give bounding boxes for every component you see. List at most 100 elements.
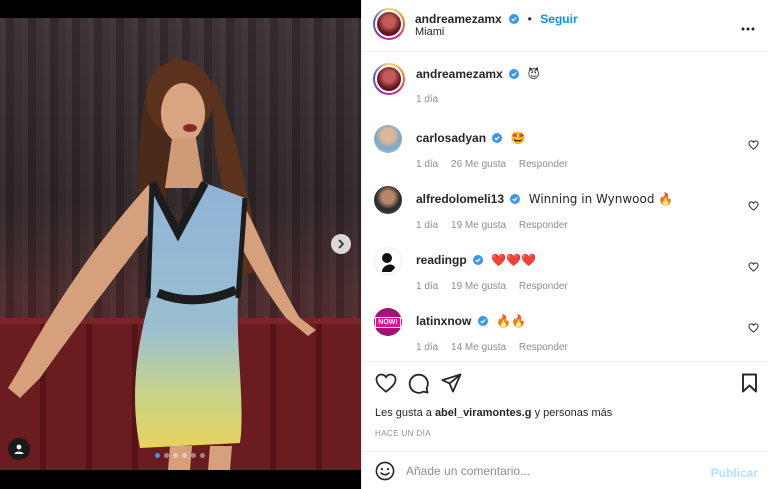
comment-meta: 1 día 14 Me gusta Responder — [416, 342, 578, 353]
emoji-picker-button[interactable] — [375, 461, 395, 486]
comment-text: 🤩 — [510, 131, 526, 145]
likes-summary: Les gusta a abel_viramontes.g y personas… — [375, 407, 612, 419]
heart-outline-icon — [748, 140, 759, 150]
comment-username[interactable]: alfredolomeli13 — [416, 192, 504, 206]
more-horizontal-icon — [741, 27, 755, 31]
comment-line: carlosadyan 🤩 — [416, 131, 526, 145]
comment-time[interactable]: 1 día — [416, 342, 438, 353]
comments-list[interactable]: andreamezamx 😈 1 día carlosadyan 🤩 1 día… — [362, 53, 768, 360]
comment-username[interactable]: readingp — [416, 253, 467, 267]
comment-time[interactable]: 1 día — [416, 281, 438, 292]
caption-line: andreamezamx 😈 — [416, 67, 540, 81]
comment-button[interactable] — [408, 373, 429, 399]
verified-badge-icon — [492, 133, 503, 143]
comment-line: readingp ❤️❤️❤️ — [416, 253, 536, 267]
carousel-dot — [191, 453, 196, 458]
comment-input[interactable] — [406, 461, 696, 481]
smiley-icon — [375, 461, 395, 481]
carousel-dot — [182, 453, 187, 458]
likes-prefix: Les gusta a — [375, 407, 432, 419]
reply-button[interactable]: Responder — [519, 281, 568, 292]
add-comment-bar: Publicar — [362, 451, 768, 489]
comment-line: latinxnow 🔥🔥 — [416, 314, 526, 328]
post-header: andreamezamx • Seguir Miami — [362, 0, 768, 52]
comment-likes[interactable]: 26 Me gusta — [451, 159, 506, 170]
comment-item: alfredolomeli13 Winning in Wynwood 🔥 1 d… — [362, 180, 768, 240]
comment-text: Winning in Wynwood 🔥 — [528, 192, 674, 206]
heart-outline-icon — [748, 262, 759, 272]
commenter-avatar[interactable] — [374, 186, 402, 214]
bookmark-icon — [742, 373, 757, 393]
carousel-dot-active — [155, 453, 160, 458]
caption-meta: 1 día — [416, 94, 448, 105]
publish-button[interactable]: Publicar — [711, 466, 758, 480]
chevron-right-icon — [338, 239, 344, 249]
carousel-dot — [173, 453, 178, 458]
commenter-avatar[interactable]: NOW! — [374, 308, 402, 336]
carousel-dot — [164, 453, 169, 458]
readingp-logo-icon — [382, 253, 395, 272]
reply-button[interactable]: Responder — [519, 159, 568, 170]
comment-username[interactable]: latinxnow — [416, 314, 471, 328]
verified-badge-icon — [509, 14, 520, 24]
commenter-avatar[interactable] — [374, 125, 402, 153]
likes-user-link[interactable]: abel_viramontes.g — [435, 407, 532, 419]
post-side-panel: andreamezamx • Seguir Miami andreamezamx — [361, 0, 768, 489]
like-comment-button[interactable] — [748, 137, 759, 155]
carousel-indicator — [155, 453, 205, 458]
comment-text: ❤️❤️❤️ — [491, 253, 537, 267]
latinxnow-logo: NOW! — [375, 316, 401, 328]
like-button[interactable] — [375, 373, 397, 398]
verified-badge-icon — [473, 255, 484, 265]
reply-button[interactable]: Responder — [519, 342, 568, 353]
caption-time[interactable]: 1 día — [416, 94, 438, 105]
share-button[interactable] — [441, 373, 462, 398]
reply-button[interactable]: Responder — [519, 220, 568, 231]
verified-badge-icon — [510, 194, 521, 204]
comment-likes[interactable]: 14 Me gusta — [451, 342, 506, 353]
comment-meta: 1 día 19 Me gusta Responder — [416, 281, 578, 292]
caption-username[interactable]: andreamezamx — [416, 67, 503, 81]
heart-outline-icon — [748, 323, 759, 333]
heart-outline-icon — [748, 201, 759, 211]
woman-in-dress-figure — [8, 60, 316, 470]
tagged-users-button[interactable] — [8, 438, 30, 460]
like-comment-button[interactable] — [748, 198, 759, 216]
caption: andreamezamx 😈 1 día — [362, 61, 768, 121]
comment-likes[interactable]: 19 Me gusta — [451, 281, 506, 292]
post-photo[interactable] — [0, 18, 361, 470]
comment-item: NOW! latinxnow 🔥🔥 1 día 14 Me gusta Resp… — [362, 302, 768, 360]
commenter-avatar[interactable] — [374, 247, 402, 275]
post-actions: Les gusta a abel_viramontes.g y personas… — [362, 361, 768, 481]
comment-meta: 1 día 19 Me gusta Responder — [416, 220, 578, 231]
post-timestamp[interactable]: HACE UN DÍA — [375, 429, 431, 438]
comment-time[interactable]: 1 día — [416, 220, 438, 231]
follow-button[interactable]: Seguir — [540, 12, 577, 26]
comment-item: carlosadyan 🤩 1 día 26 Me gusta Responde… — [362, 119, 768, 179]
comment-likes[interactable]: 19 Me gusta — [451, 220, 506, 231]
like-comment-button[interactable] — [748, 320, 759, 338]
heart-icon — [375, 373, 397, 393]
paper-plane-icon — [441, 373, 462, 393]
comment-username[interactable]: carlosadyan — [416, 131, 486, 145]
more-options-button[interactable] — [741, 18, 755, 36]
comment-text: 🔥🔥 — [496, 314, 526, 328]
verified-badge-icon — [477, 316, 488, 326]
comment-item: readingp ❤️❤️❤️ 1 día 19 Me gusta Respon… — [362, 241, 768, 301]
separator-dot: • — [527, 12, 532, 26]
post-media — [0, 0, 361, 489]
verified-badge-icon — [509, 69, 520, 79]
like-comment-button[interactable] — [748, 259, 759, 277]
likes-suffix[interactable]: y personas más — [535, 407, 613, 419]
carousel-next-button[interactable] — [331, 234, 351, 254]
comment-line: alfredolomeli13 Winning in Wynwood 🔥 — [416, 192, 673, 206]
post-location[interactable]: Miami — [415, 26, 444, 38]
author-username[interactable]: andreamezamx — [415, 12, 502, 26]
author-avatar[interactable] — [373, 8, 405, 40]
comment-time[interactable]: 1 día — [416, 159, 438, 170]
save-button[interactable] — [741, 373, 758, 398]
carousel-dot — [200, 453, 205, 458]
comment-bubble-icon — [408, 373, 429, 394]
comment-meta: 1 día 26 Me gusta Responder — [416, 159, 578, 170]
author-avatar[interactable] — [373, 63, 405, 95]
